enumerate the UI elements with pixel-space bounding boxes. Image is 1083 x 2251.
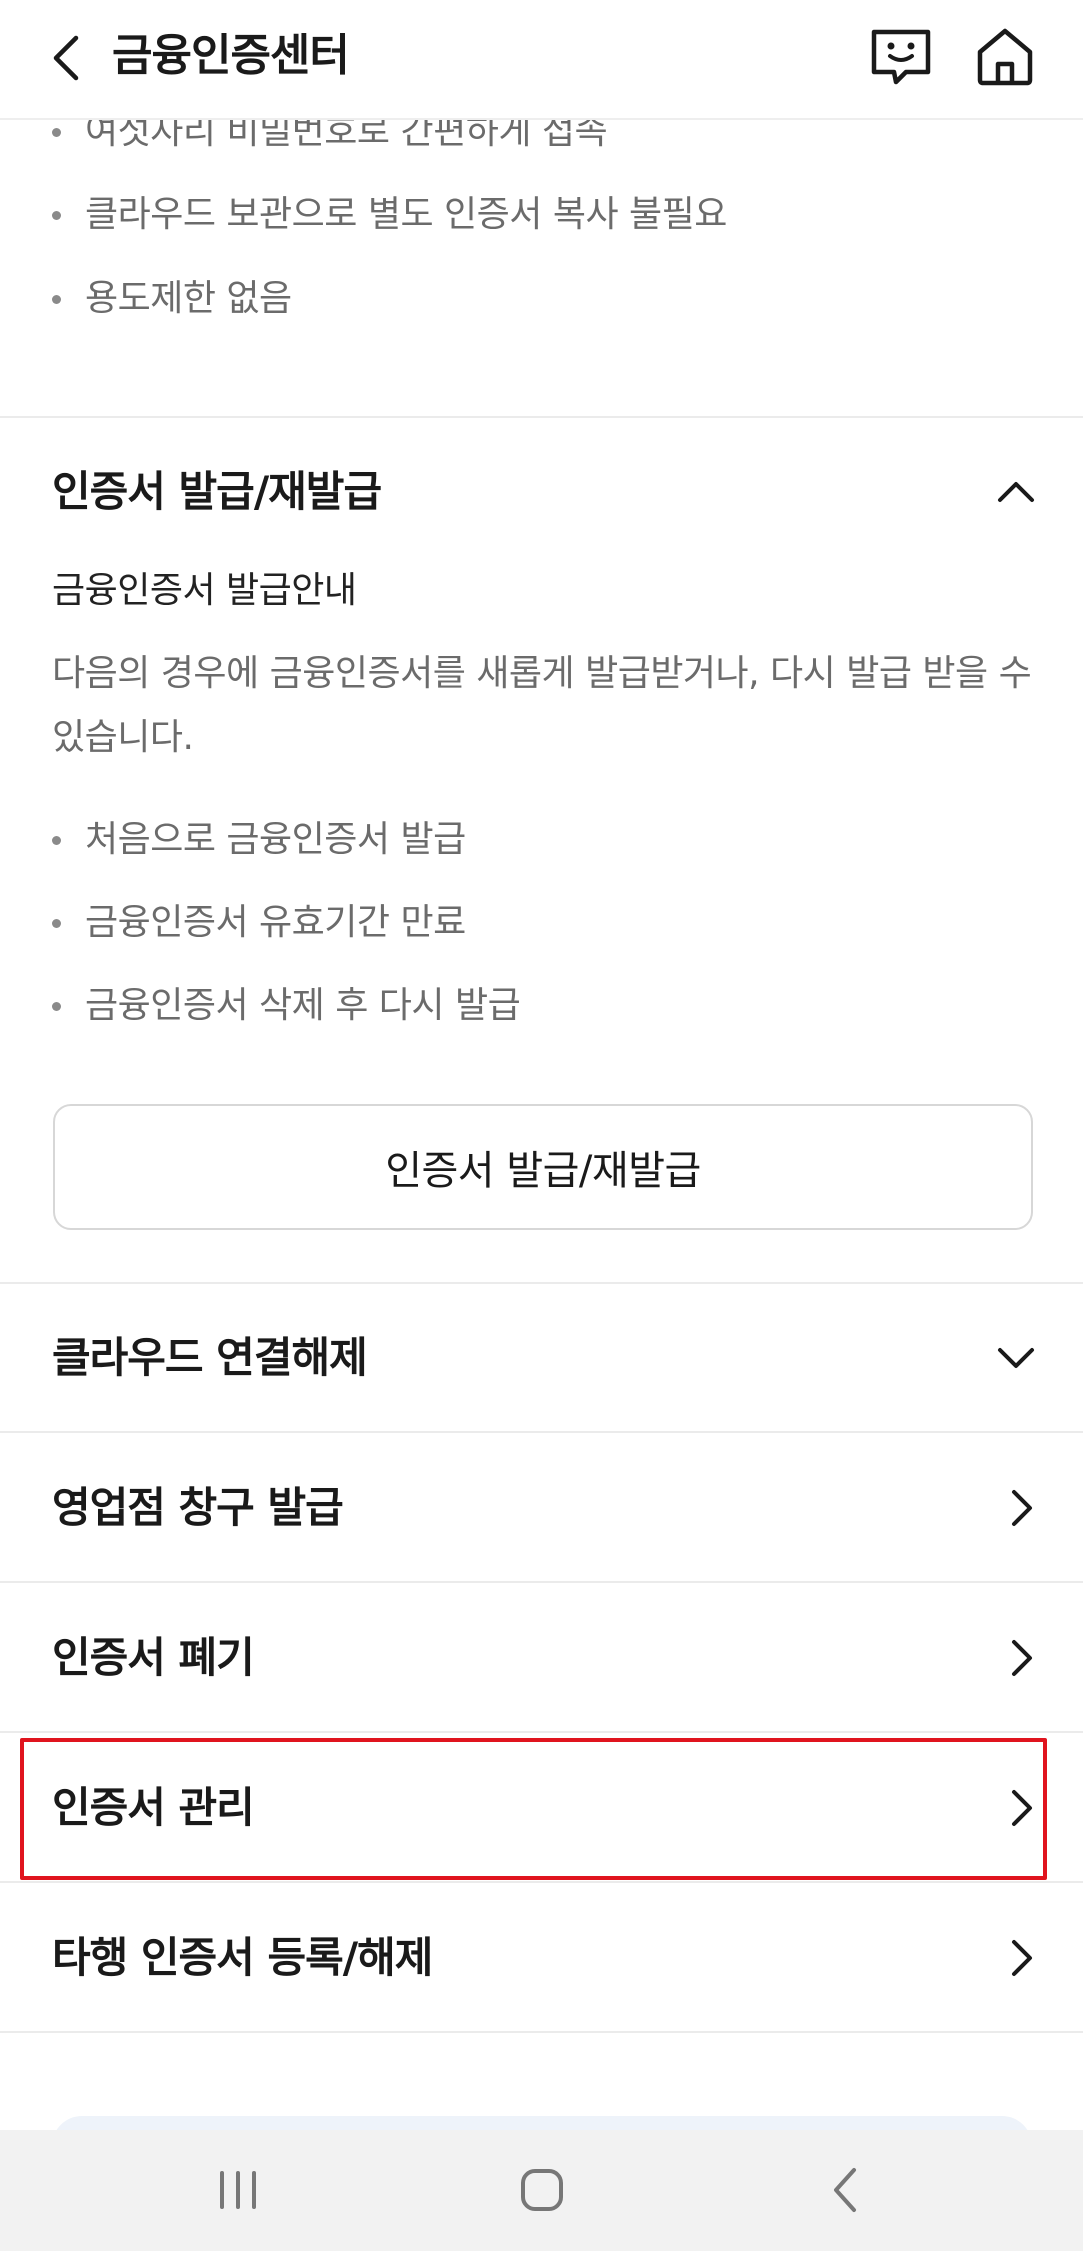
page-title: 금융인증센터 (112, 30, 350, 81)
highlight-box (20, 1738, 1047, 1880)
chevron-up-icon[interactable] (994, 470, 1038, 514)
intro-bullet: 용도제한 없음 (52, 274, 292, 324)
intro-bullet: 클라우드 보관으로 별도 인증서 복사 불필요 (52, 190, 727, 240)
back-arrow-icon[interactable] (40, 28, 100, 88)
issue-certificate-button[interactable]: 인증서 발급/재발급 (53, 1104, 1033, 1230)
menu-item-label: 타행 인증서 등록/해제 (52, 1933, 433, 1982)
menu-item-label: 인증서 폐기 (52, 1633, 255, 1682)
app-header: 금융인증센터 (0, 0, 1083, 120)
menu-item-label: 클라우드 연결해제 (52, 1333, 368, 1382)
chevron-right-icon (1012, 1940, 1032, 1976)
back-nav-icon[interactable] (806, 2155, 886, 2225)
menu-item-label: 영업점 창구 발급 (52, 1483, 344, 1532)
issue-section-title: 인증서 발급/재발급 (52, 467, 382, 516)
chevron-right-icon (1012, 1490, 1032, 1526)
divider (0, 1431, 1083, 1433)
issue-bullet: 금융인증서 삭제 후 다시 발급 (52, 981, 521, 1031)
issue-subtitle: 금융인증서 발급안내 (52, 570, 357, 611)
intro-bullet-text: 클라우드 보관으로 별도 인증서 복사 불필요 (85, 194, 727, 235)
home-icon[interactable] (970, 22, 1040, 92)
recent-apps-icon[interactable] (198, 2155, 278, 2225)
issue-description: 다음의 경우에 금융인증서를 새롭게 발급받거나, 다시 발급 받을 수 있습니… (52, 653, 1032, 758)
home-nav-icon[interactable] (502, 2155, 582, 2225)
chevron-right-icon (1012, 1640, 1032, 1676)
issue-bullet-text: 금융인증서 유효기간 만료 (85, 902, 466, 943)
chevron-down-icon (998, 1348, 1034, 1368)
chatbot-icon[interactable] (866, 22, 936, 92)
divider (0, 2031, 1083, 2033)
divider (0, 1581, 1083, 1583)
screen: 여섯자리 비밀번호로 간편하게 접속 클라우드 보관으로 별도 인증서 복사 불… (0, 0, 1083, 2251)
issue-bullet-text: 금융인증서 삭제 후 다시 발급 (85, 985, 521, 1026)
divider (0, 416, 1083, 418)
divider (0, 1881, 1083, 1883)
system-nav-bar (0, 2130, 1083, 2251)
issue-bullet: 처음으로 금융인증서 발급 (52, 815, 466, 865)
intro-bullet-text: 용도제한 없음 (85, 278, 292, 319)
issue-bullet: 금융인증서 유효기간 만료 (52, 898, 466, 948)
divider (0, 1731, 1083, 1733)
issue-bullet-text: 처음으로 금융인증서 발급 (85, 819, 466, 860)
divider (0, 1282, 1083, 1284)
